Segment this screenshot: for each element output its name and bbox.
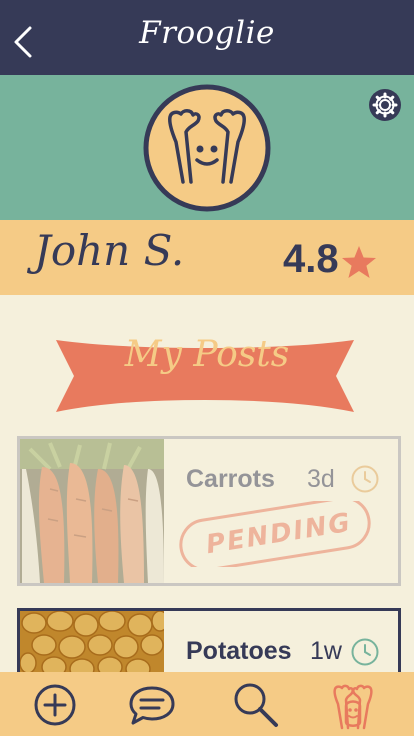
section-title: My Posts [124,334,290,375]
star-icon [342,246,376,278]
gear-icon[interactable] [368,88,402,122]
post-age: 3d [307,465,335,493]
post-age: 1w [310,637,342,665]
post-title: Potatoes [186,637,292,665]
chat-bubbles-icon[interactable] [125,678,179,732]
top-bar: Frooglie [0,0,414,75]
post-title: Carrots [186,465,275,493]
carrots-photo [20,439,164,583]
froggy-face-icon[interactable] [326,678,380,732]
post-card[interactable]: Carrots 3d PENDING [17,436,401,586]
app-title: Frooglie [139,15,275,51]
froggy-face-icon[interactable] [143,84,271,212]
user-rating: 4.8 [283,237,339,281]
user-name: John S. [34,226,185,275]
clock-icon [351,465,379,493]
app-screen: Frooglie John S. 4.8 My Posts Carrots 3d… [0,0,414,736]
clock-icon [351,638,379,666]
plus-circle-icon[interactable] [28,678,82,732]
search-icon[interactable] [228,678,282,732]
